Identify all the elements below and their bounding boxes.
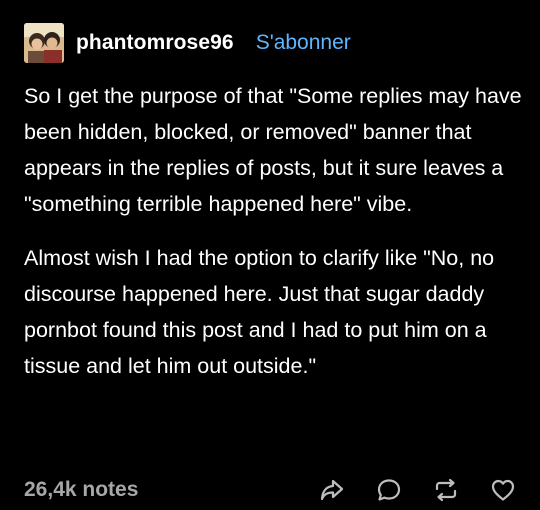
post-header: phantomrose96 S'abonner — [24, 22, 351, 64]
share-button[interactable] — [315, 473, 349, 507]
avatar[interactable] — [24, 23, 64, 63]
follow-button[interactable]: S'abonner — [256, 31, 351, 55]
heart-icon — [491, 479, 515, 501]
post-card: phantomrose96 S'abonner So I get the pur… — [0, 0, 540, 510]
post-body: So I get the purpose of that "Some repli… — [24, 78, 524, 402]
share-arrow-icon — [320, 479, 344, 501]
post-paragraph-2: Almost wish I had the option to clarify … — [24, 246, 495, 378]
post-paragraph-1: So I get the purpose of that "Some repli… — [24, 84, 522, 216]
notes-count[interactable]: 26,4k notes — [24, 478, 138, 502]
avatar-image — [24, 23, 64, 63]
reblog-icon — [435, 478, 457, 502]
reblog-button[interactable] — [429, 473, 463, 507]
like-button[interactable] — [486, 473, 520, 507]
post-actions — [292, 473, 520, 507]
reply-button[interactable] — [372, 473, 406, 507]
post-footer: 26,4k notes — [24, 474, 520, 506]
username-link[interactable]: phantomrose96 — [76, 31, 234, 55]
comment-bubble-icon — [377, 479, 401, 501]
